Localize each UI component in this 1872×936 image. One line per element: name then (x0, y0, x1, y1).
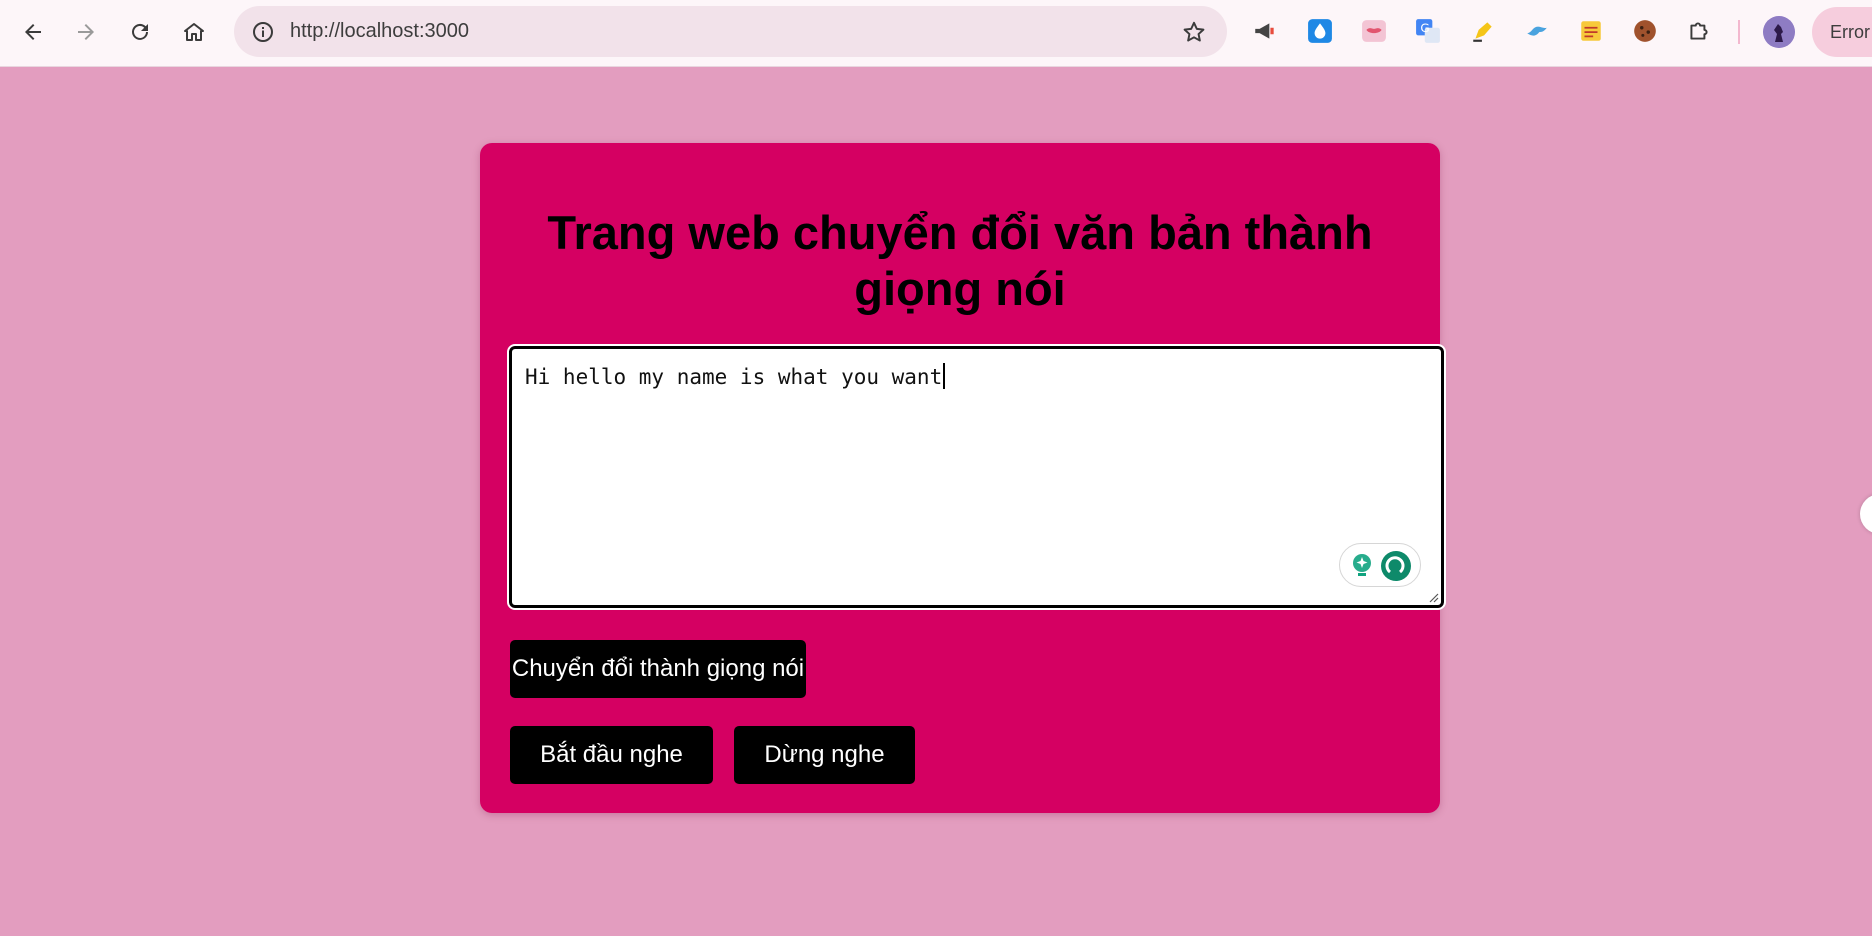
text-input-value[interactable]: Hi hello my name is what you want (525, 363, 946, 389)
reload-icon (132, 23, 148, 40)
site-info-icon[interactable] (246, 15, 280, 49)
bookmark-star-icon[interactable] (1179, 17, 1209, 47)
svg-text:G: G (1420, 21, 1429, 35)
text-input-content: Hi hello my name is what you want (525, 365, 943, 389)
back-arrow-icon (25, 24, 41, 40)
water-drop-icon[interactable] (1303, 14, 1337, 48)
forward-arrow-icon (78, 24, 94, 40)
notes-icon[interactable] (1574, 14, 1608, 48)
home-icon (184, 23, 204, 41)
reload-button[interactable] (118, 12, 162, 52)
side-panel-handle[interactable] (1860, 494, 1872, 534)
text-caret (943, 363, 946, 389)
text-input-area[interactable]: Hi hello my name is what you want (507, 344, 1446, 610)
toolbar-divider (1738, 20, 1740, 44)
highlighter-icon[interactable] (1466, 14, 1500, 48)
lightbulb-icon (1353, 554, 1371, 576)
converter-card: Trang web chuyển đổi văn bản thành giọng… (480, 143, 1446, 813)
profile-picture-icon (1763, 16, 1795, 48)
megaphone-icon[interactable] (1248, 14, 1282, 48)
convert-to-speech-button[interactable]: Chuyển đổi thành giọng nói (510, 640, 806, 698)
page-title: Trang web chuyển đổi văn bản thành giọng… (547, 206, 1373, 315)
url-text[interactable]: http://localhost:3000 (290, 6, 469, 57)
error-chip[interactable]: Error (1812, 7, 1872, 57)
address-bar[interactable]: http://localhost:3000 (234, 6, 1227, 57)
puzzle-icon[interactable] (1682, 14, 1716, 48)
translate-icon[interactable]: G (1411, 14, 1445, 48)
grammar-assistant-widget[interactable] (1339, 543, 1421, 587)
browser-toolbar: http://localhost:3000 G Error (0, 0, 1872, 67)
stop-listening-button[interactable]: Dừng nghe (734, 726, 915, 784)
home-button[interactable] (172, 12, 216, 52)
resize-handle-icon[interactable] (1427, 591, 1439, 603)
back-button[interactable] (11, 12, 55, 52)
grammarly-icon (1381, 551, 1411, 581)
start-listening-button[interactable]: Bắt đầu nghe (510, 726, 713, 784)
forward-button[interactable] (64, 12, 108, 52)
lips-icon[interactable] (1357, 14, 1391, 48)
cookie-icon[interactable] (1628, 14, 1662, 48)
bird-icon[interactable] (1520, 14, 1554, 48)
profile-avatar[interactable] (1763, 16, 1795, 48)
